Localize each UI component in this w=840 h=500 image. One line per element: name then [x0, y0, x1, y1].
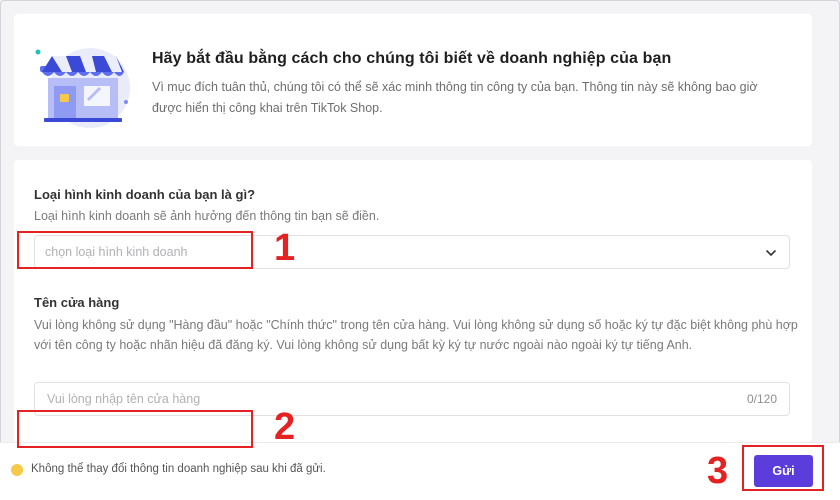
annotation-box-1	[17, 231, 253, 269]
annotation-number-3: 3	[707, 450, 729, 492]
annotation-number-2: 2	[274, 406, 296, 448]
intro-description: Vì mục đích tuân thủ, chúng tôi có thể s…	[152, 80, 758, 115]
intro-card: Hãy bắt đầu bằng cách cho chúng tôi biết…	[14, 14, 812, 146]
annotation-box-2	[17, 410, 253, 448]
shop-storefront-icon	[35, 48, 130, 128]
business-form: Loại hình kinh doanh của bạn là gì? Loại…	[14, 160, 812, 442]
business-type-hint: Loại hình kinh doanh sẽ ảnh hưởng đến th…	[34, 209, 380, 223]
shop-name-label: Tên cửa hàng	[34, 295, 120, 310]
chevron-down-icon[interactable]	[765, 247, 777, 259]
business-type-label: Loại hình kinh doanh của bạn là gì?	[34, 187, 256, 202]
shop-name-counter: 0/120	[746, 392, 777, 406]
annotation-box-3	[742, 445, 824, 491]
annotation-number-1: 1	[274, 227, 296, 269]
footer-note: Không thể thay đổi thông tin doanh nghiệ…	[31, 463, 326, 475]
shop-name-hint: Vui lòng không sử dụng "Hàng đầu" hoặc "…	[34, 318, 798, 352]
warning-icon	[11, 464, 23, 476]
intro-title: Hãy bắt đầu bằng cách cho chúng tôi biết…	[152, 50, 672, 67]
